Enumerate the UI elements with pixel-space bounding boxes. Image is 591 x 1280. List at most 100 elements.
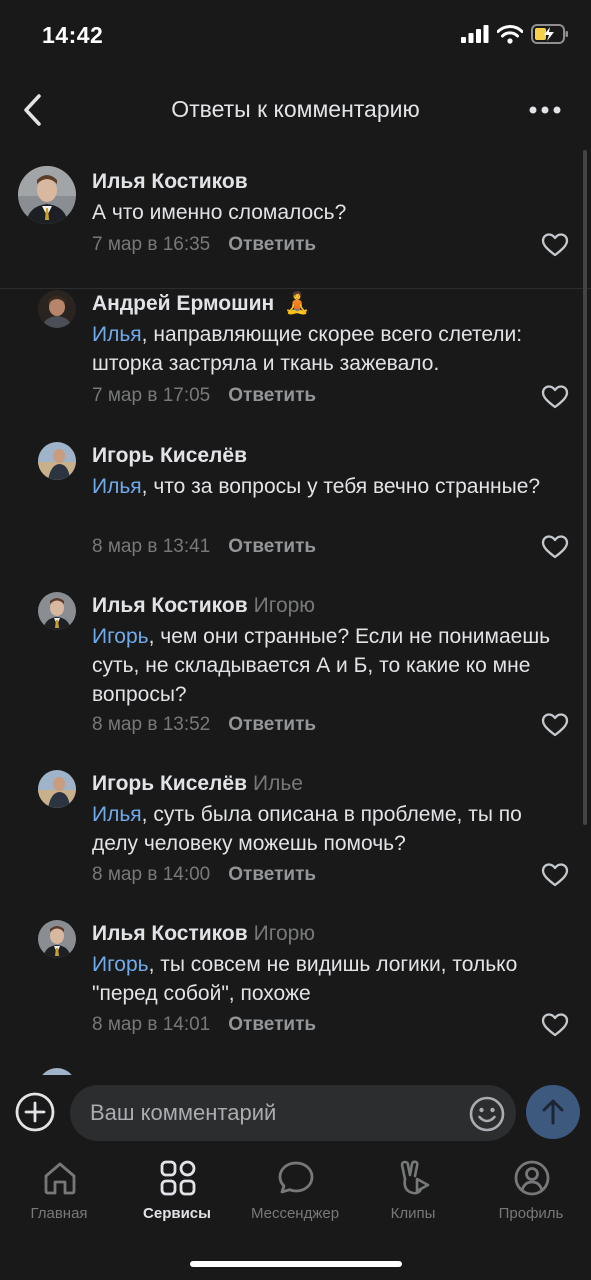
tab-clips[interactable]: Клипы — [354, 1153, 472, 1233]
comment-author[interactable]: Илья Костиков — [92, 170, 248, 193]
reply-to-label[interactable]: Игорю — [254, 922, 315, 945]
comment-body: , суть была описана в проблеме, ты по де… — [92, 803, 522, 855]
tab-services[interactable]: Сервисы — [118, 1153, 236, 1233]
comment-author[interactable]: Андрей Ермошин — [92, 292, 274, 315]
services-grid-icon — [160, 1160, 196, 1196]
comment-body: , направляющие скорее всего слетели: што… — [92, 323, 523, 375]
clips-icon — [400, 1160, 430, 1195]
mention-link[interactable]: Игорь — [92, 625, 149, 648]
comment-author-line: Игорь Киселёв — [92, 444, 247, 468]
tab-label: Сервисы — [143, 1205, 211, 1222]
comment-date: 8 мар в 13:41 — [92, 536, 211, 557]
comment-date: 7 мар в 17:05 — [92, 385, 211, 406]
comment-meta: 8 мар в 13:52 Ответить — [92, 714, 316, 736]
header: Ответы к комментарию — [0, 80, 591, 140]
mention-link[interactable]: Игорь — [92, 953, 149, 976]
like-heart-icon[interactable] — [541, 862, 569, 888]
battery-charging-icon — [531, 24, 568, 44]
avatar[interactable] — [38, 1068, 76, 1075]
scrollbar[interactable] — [583, 150, 587, 825]
reply-comment: Игорь Киселёв Илья, что за вопросы у теб… — [0, 440, 591, 580]
comment-author[interactable]: Илья Костиков — [92, 594, 248, 617]
comment-author-line: Илья Костиков — [92, 170, 248, 194]
reply-button[interactable]: Ответить — [228, 234, 316, 255]
mention-link[interactable]: Илья — [92, 803, 142, 826]
status-icons — [461, 24, 569, 44]
reply-button[interactable]: Ответить — [228, 864, 316, 885]
comment-meta: 8 мар в 13:41 Ответить — [92, 536, 316, 558]
signal-icon — [461, 25, 489, 43]
send-button[interactable] — [526, 1085, 580, 1139]
comment-text: Илья, суть была описана в проблеме, ты п… — [92, 800, 572, 858]
comment-meta: 7 мар в 17:05 Ответить — [92, 385, 316, 407]
comment-meta: 7 мар в 16:35 Ответить — [92, 234, 316, 256]
comment-author-line: Илья Костиков Игорю — [92, 594, 315, 618]
more-button[interactable] — [527, 96, 563, 124]
comment-text: А что именно сломалось? — [92, 198, 572, 227]
comment-text: Игорь, ты совсем не видишь логики, тольк… — [92, 950, 572, 1008]
mention-link[interactable]: Илья — [92, 323, 142, 346]
like-heart-icon[interactable] — [541, 534, 569, 560]
like-heart-icon[interactable] — [541, 712, 569, 738]
reply-comment: Илья Костиков Игорю Игорь, чем они странн… — [0, 590, 591, 760]
comment-author-line: Игорь Киселёв Илье — [92, 772, 303, 796]
comment-body: , чем они странные? Если не понимаешь су… — [92, 625, 551, 706]
tab-home[interactable]: Главная — [0, 1153, 118, 1233]
like-heart-icon[interactable] — [541, 384, 569, 410]
like-heart-icon[interactable] — [541, 1012, 569, 1038]
reply-to-label[interactable]: Игорю — [254, 594, 315, 617]
comment-date: 8 мар в 14:00 — [92, 864, 211, 885]
comment-date: 8 мар в 13:52 — [92, 714, 211, 735]
comment-body: А что именно сломалось? — [92, 201, 347, 224]
avatar[interactable] — [38, 592, 76, 630]
wifi-icon — [497, 24, 523, 44]
home-indicator — [190, 1261, 402, 1267]
profile-icon — [514, 1160, 550, 1196]
home-icon — [44, 1162, 76, 1195]
comment-date: 8 мар в 14:01 — [92, 1014, 211, 1035]
comment-body: , ты совсем не видишь логики, только "пе… — [92, 953, 518, 1005]
message-bubble-icon — [278, 1161, 314, 1194]
arrow-up-icon — [542, 1099, 564, 1125]
reply-comment: Андрей Ермошин 🧘 Илья, направляющие скор… — [0, 288, 591, 428]
reply-button[interactable]: Ответить — [228, 536, 316, 557]
avatar[interactable] — [38, 920, 76, 958]
comment-author-line: Андрей Ермошин 🧘 — [92, 292, 310, 316]
status-bar: 14:42 — [0, 0, 591, 72]
tab-profile[interactable]: Профиль — [472, 1153, 590, 1233]
avatar[interactable] — [38, 290, 76, 328]
tab-label: Профиль — [498, 1205, 564, 1222]
tab-bar: Главная Сервисы Мессенджер Клипы Профиль — [0, 1153, 591, 1280]
page-title: Ответы к комментарию — [171, 96, 420, 122]
screen: 14:42 Ответы к комментарию Илья Костиков… — [0, 0, 591, 1280]
avatar[interactable] — [18, 166, 76, 224]
comment-meta: 8 мар в 14:00 Ответить — [92, 864, 316, 886]
avatar[interactable] — [38, 442, 76, 480]
reply-button[interactable]: Ответить — [228, 1014, 316, 1035]
comment-text: Илья, что за вопросы у тебя вечно странн… — [92, 472, 572, 501]
reply-button[interactable]: Ответить — [228, 714, 316, 735]
tab-label: Главная — [30, 1205, 88, 1222]
mention-link[interactable]: Илья — [92, 475, 142, 498]
comment-author[interactable]: Илья Костиков — [92, 922, 248, 945]
tab-label: Мессенджер — [250, 1205, 340, 1222]
comment-input[interactable] — [70, 1085, 516, 1141]
comment-author[interactable]: Игорь Киселёв — [92, 772, 247, 795]
parent-comment: Илья Костиков А что именно сломалось? 7 … — [0, 166, 591, 289]
smile-icon[interactable] — [468, 1095, 506, 1133]
reply-button[interactable]: Ответить — [228, 385, 316, 406]
avatar[interactable] — [38, 770, 76, 808]
reply-to-label[interactable]: Илье — [253, 772, 303, 795]
tab-label: Клипы — [390, 1205, 436, 1222]
comment-text: Игорь, чем они странные? Если не понимае… — [92, 622, 572, 709]
comment-body: , что за вопросы у тебя вечно странные? — [141, 475, 541, 498]
plus-circle-icon[interactable] — [14, 1091, 56, 1133]
more-horizontal-icon — [529, 106, 561, 114]
comment-date: 7 мар в 16:35 — [92, 234, 211, 255]
comment-composer — [0, 1075, 591, 1153]
comment-author[interactable]: Игорь Киселёв — [92, 444, 247, 467]
comment-meta: 8 мар в 14:01 Ответить — [92, 1014, 316, 1036]
like-heart-icon[interactable] — [541, 232, 569, 258]
tab-messenger[interactable]: Мессенджер — [236, 1153, 354, 1233]
status-time: 14:42 — [42, 22, 104, 48]
